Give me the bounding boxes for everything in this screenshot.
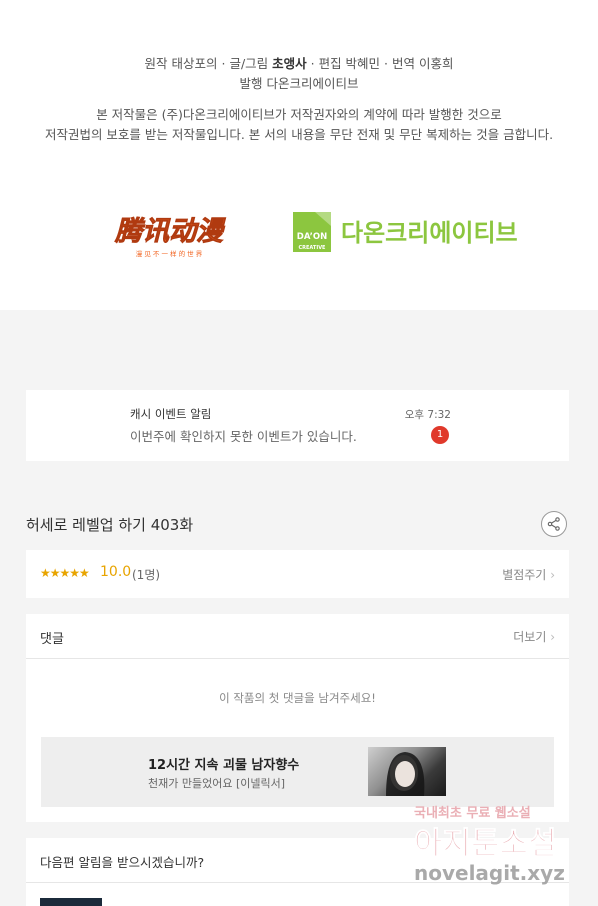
share-icon xyxy=(547,517,560,531)
svg-text:novelagit.xyz: novelagit.xyz xyxy=(414,861,565,885)
credits-line-1: 원작 태상포의 · 글/그림 초앵사 · 편집 박혜민 · 번역 이홍희 xyxy=(0,54,598,74)
comments-more-button[interactable]: 더보기 › xyxy=(513,628,555,645)
chevron-right-icon: › xyxy=(550,630,555,644)
ad-title: 12시간 지속 괴물 남자향수 xyxy=(148,758,300,773)
notice-text: 이번주에 확인하지 못한 이벤트가 있습니다. xyxy=(130,429,357,444)
notice-time: 오후 7:32 xyxy=(404,409,451,421)
notice-title: 캐시 이벤트 알림 xyxy=(130,407,212,421)
rating-score: 10.0 xyxy=(100,564,132,580)
rate-button-label: 별점주기 xyxy=(502,568,547,582)
copyright-line-1: 본 저작물은 (주)다온크리에이티브가 저작권자와의 계약에 따라 발행한 것으… xyxy=(96,107,502,122)
chevron-right-icon: › xyxy=(550,568,555,582)
rating-stars: ★★★★★ xyxy=(40,566,90,580)
comments-section: 댓글 더보기 › 이 작품의 첫 댓글을 남겨주세요! 12시간 지속 괴물 남… xyxy=(26,614,569,822)
credits: 원작 태상포의 · 글/그림 초앵사 · 편집 박혜민 · 번역 이홍희 발행 … xyxy=(0,54,598,94)
tencent-logo-sub: 漫 见 不 一 样 的 世 界 xyxy=(136,249,203,258)
daon-creative-logo: DA’ON CREATIVE 다온크리에이티브 xyxy=(293,212,518,252)
credits-publisher: 발행 다온크리에이티브 xyxy=(239,76,359,91)
tencent-logo-text: 腾讯动漫 xyxy=(114,216,226,247)
credits-editors: · 편집 박혜민 · 번역 이홍희 xyxy=(306,56,454,71)
credits-authors: 원작 태상포의 · 글/그림 xyxy=(144,56,273,71)
svg-text:CREATIVE: CREATIVE xyxy=(299,245,327,251)
share-button[interactable] xyxy=(541,511,567,537)
next-alert-title: 다음편 알림을 받으시겠습니까? xyxy=(40,855,205,870)
copyright-line-2: 저작권법의 보호를 받는 저작물입니다. 본 서의 내용을 무단 전재 및 무단… xyxy=(44,127,554,142)
cash-event-notice[interactable]: 캐시 이벤트 알림 이번주에 확인하지 못한 이벤트가 있습니다. 오후 7:3… xyxy=(26,390,569,461)
copyright-notice: 본 저작물은 (주)다온크리에이티브가 저작권자와의 계약에 따라 발행한 것으… xyxy=(0,105,598,145)
credits-artist: 초앵사 xyxy=(272,56,307,71)
comments-header: 댓글 더보기 › xyxy=(26,614,569,659)
rating-count: (1명) xyxy=(132,568,161,582)
tencent-comics-logo: 腾讯动漫 漫 见 不 一 样 的 世 界 xyxy=(114,216,227,258)
site-watermark: 국내최초 무료 웹소설 아지툰소설 novelagit.xyz xyxy=(414,805,565,885)
next-episode-thumbnail[interactable] xyxy=(40,898,102,906)
comments-empty-text: 이 작품의 첫 댓글을 남겨주세요! xyxy=(219,691,376,705)
episode-title: 허세로 레벨업 하기 403화 xyxy=(26,516,194,534)
ad-banner[interactable]: 12시간 지속 괴물 남자향수 천재가 만들었어요 [이넬릭서] xyxy=(41,737,554,807)
svg-text:국내최초 무료 웹소설: 국내최초 무료 웹소설 xyxy=(414,805,531,821)
notice-badge: 1 xyxy=(431,426,449,444)
svg-text:아지툰소설: 아지툰소설 xyxy=(414,826,557,862)
rate-button[interactable]: 별점주기 › xyxy=(502,566,555,583)
credits-section: 원작 태상포의 · 글/그림 초앵사 · 편집 박혜민 · 번역 이홍희 발행 … xyxy=(0,0,598,310)
comments-title: 댓글 xyxy=(40,632,64,647)
daon-logo-text: 다온크리에이티브 xyxy=(341,219,518,247)
comments-more-label: 더보기 xyxy=(513,630,547,644)
ad-subtitle: 천재가 만들었어요 [이넬릭서] xyxy=(148,777,286,790)
ad-image xyxy=(368,747,446,796)
rating-bar: ★★★★★ 10.0 (1명) 별점주기 › xyxy=(26,550,569,598)
svg-text:DA’ON: DA’ON xyxy=(297,232,327,242)
